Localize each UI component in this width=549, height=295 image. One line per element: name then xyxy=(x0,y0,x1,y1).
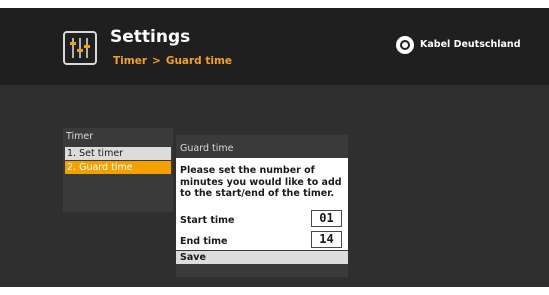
header: Settings Timer > Guard time Kabel Deutschl… xyxy=(0,8,549,85)
breadcrumb-separator: > xyxy=(152,55,161,67)
timer-menu-title: Timer xyxy=(66,131,94,142)
menu-item-set-timer[interactable]: 1. Set timer xyxy=(65,147,171,160)
dialog-message: Please set the number of minutes you wou… xyxy=(180,165,342,199)
tv-screen: Settings Timer > Guard time Kabel Deutschl… xyxy=(0,8,549,287)
brand-name: Kabel Deutschland xyxy=(420,39,521,50)
eye-logo-icon xyxy=(396,36,414,54)
dialog-body: Please set the number of minutes you wou… xyxy=(176,158,348,250)
end-time-label: End time xyxy=(180,236,228,247)
end-time-field[interactable]: 14 xyxy=(311,231,342,248)
menu-item-guard-time[interactable]: 2. Guard time xyxy=(65,161,171,174)
breadcrumb-parent: Timer xyxy=(113,55,148,67)
start-time-field[interactable]: 01 xyxy=(311,210,342,227)
dialog-title: Guard time xyxy=(180,143,234,154)
breadcrumb-current: Guard time xyxy=(165,55,233,67)
sliders-icon xyxy=(63,31,97,65)
save-button[interactable]: Save xyxy=(176,251,348,264)
start-time-label: Start time xyxy=(180,215,235,226)
guard-time-dialog: Guard time Please set the number of minu… xyxy=(176,135,348,277)
timer-menu: Timer 1. Set timer 2. Guard time xyxy=(63,128,173,212)
breadcrumb: Timer > Guard time xyxy=(113,55,232,67)
page-title: Settings xyxy=(110,27,191,47)
